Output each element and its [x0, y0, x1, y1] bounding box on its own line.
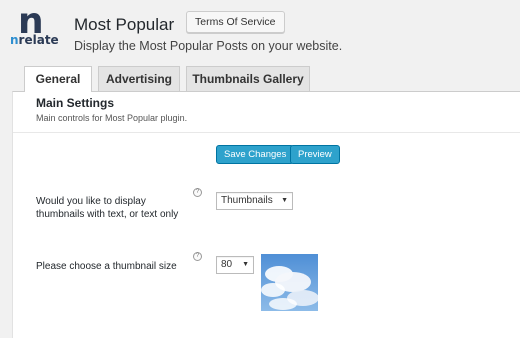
- page-title: Most Popular: [74, 15, 175, 34]
- logo-rest: relate: [18, 33, 59, 47]
- section-description: Main controls for Most Popular plugin.: [36, 113, 188, 123]
- tab-advertising[interactable]: Advertising: [98, 66, 180, 91]
- logo-prefix: n: [10, 33, 19, 47]
- help-icon[interactable]: ?: [193, 188, 202, 197]
- thumbnail-preview-image: [261, 254, 318, 311]
- settings-panel: Main Settings Main controls for Most Pop…: [12, 91, 520, 338]
- sky-clouds-image: [261, 254, 318, 311]
- chevron-down-icon: ▼: [242, 261, 249, 268]
- thumbnail-size-label: Please choose a thumbnail size: [36, 261, 177, 272]
- display-mode-value: Thumbnails: [221, 195, 273, 206]
- chevron-down-icon: ▼: [281, 197, 288, 204]
- tab-general[interactable]: General: [24, 66, 92, 92]
- preview-button[interactable]: Preview: [290, 145, 340, 164]
- divider: [13, 132, 520, 133]
- nrelate-logo: n nrelate: [10, 4, 60, 48]
- help-icon[interactable]: ?: [193, 252, 202, 261]
- display-mode-label: Would you like to display thumbnails wit…: [36, 196, 179, 220]
- tab-thumbnails-gallery[interactable]: Thumbnails Gallery: [186, 66, 310, 91]
- thumbnail-size-select[interactable]: 80 ▼: [216, 256, 254, 274]
- terms-of-service-button[interactable]: Terms Of Service: [186, 11, 285, 33]
- save-changes-button[interactable]: Save Changes: [216, 145, 295, 164]
- logo-wordmark: nrelate: [10, 34, 59, 46]
- section-title: Main Settings: [36, 96, 115, 110]
- display-mode-select[interactable]: Thumbnails ▼: [216, 192, 293, 210]
- thumbnail-size-value: 80: [221, 259, 233, 270]
- page-subtitle: Display the Most Popular Posts on your w…: [74, 39, 343, 53]
